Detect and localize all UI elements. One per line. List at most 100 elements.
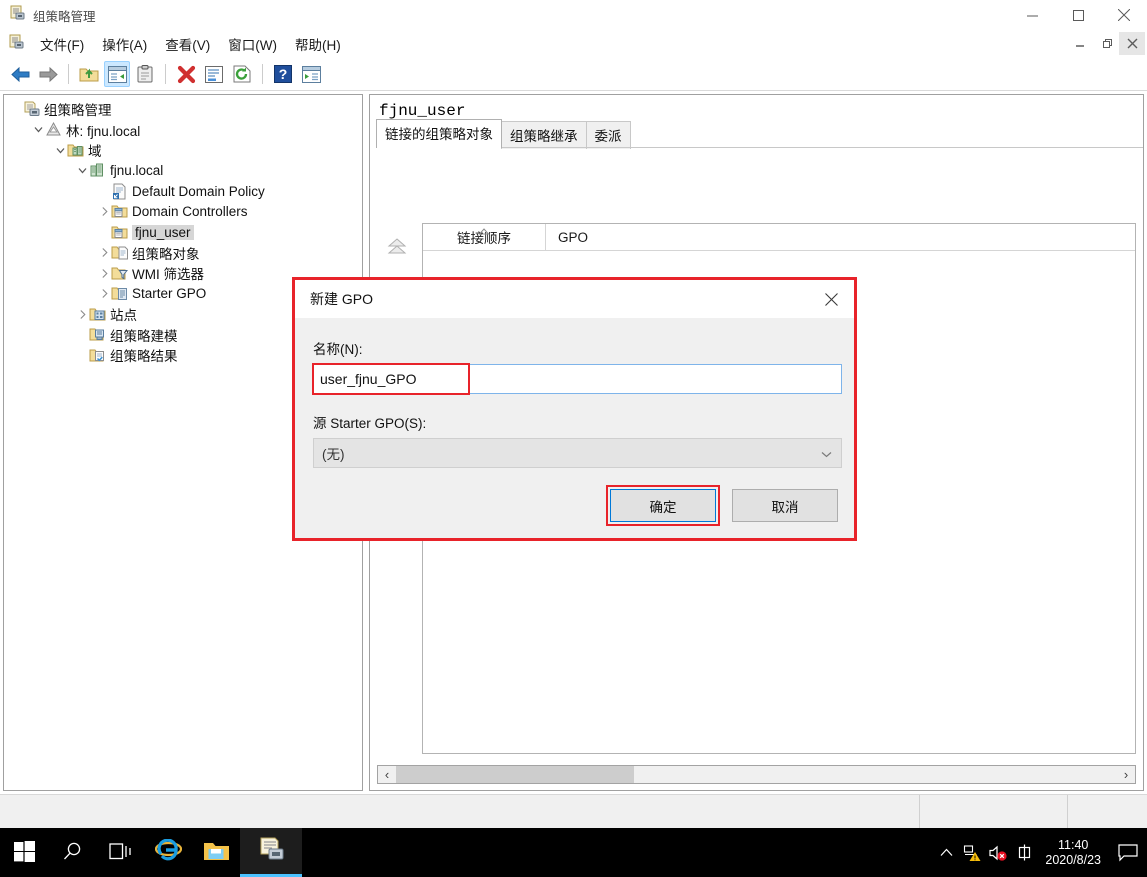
tree-item[interactable]: Default Domain Policy: [4, 181, 362, 202]
taskbar: 11:40 2020/8/23: [0, 828, 1147, 877]
tree-item[interactable]: 组策略管理: [4, 99, 362, 120]
mdi-minimize-icon[interactable]: [1067, 32, 1093, 55]
scrollbar-thumb[interactable]: [396, 766, 634, 783]
column-header-link-order[interactable]: 链接顺序: [423, 227, 545, 247]
delete-icon[interactable]: [173, 61, 199, 87]
clock-date: 2020/8/23: [1045, 852, 1101, 867]
help-icon[interactable]: ?: [270, 61, 296, 87]
clipboard-icon[interactable]: [132, 61, 158, 87]
menu-file[interactable]: 文件(F): [31, 31, 93, 57]
ime-chinese-icon[interactable]: [1011, 828, 1037, 877]
gpmc-button[interactable]: [240, 828, 302, 877]
tree-item[interactable]: 组策略对象: [4, 243, 362, 264]
tree-item-label: Default Domain Policy: [132, 183, 265, 199]
tree-item[interactable]: 域: [4, 140, 362, 161]
domain-icon: [89, 162, 106, 179]
properties-icon[interactable]: [201, 61, 227, 87]
forward-icon[interactable]: [35, 61, 61, 87]
tree-item[interactable]: Domain Controllers: [4, 202, 362, 223]
svg-text:?: ?: [279, 66, 288, 82]
action-center-icon[interactable]: [1109, 828, 1147, 877]
gpmc-icon: [9, 5, 26, 25]
horizontal-scrollbar[interactable]: ‹ ›: [377, 765, 1136, 784]
move-to-top-icon[interactable]: [386, 237, 408, 260]
chevron-right-icon[interactable]: [76, 308, 89, 321]
up-folder-icon[interactable]: [76, 61, 102, 87]
tab-linked-gpos[interactable]: 链接的组策略对象: [376, 119, 502, 148]
ok-button-annotation: 确定: [606, 485, 720, 526]
cancel-button[interactable]: 取消: [732, 489, 838, 522]
forest-icon: [45, 121, 62, 138]
explorer-button[interactable]: [192, 828, 240, 877]
chevron-down-icon[interactable]: [32, 123, 45, 136]
export-list-icon[interactable]: [298, 61, 324, 87]
mdi-restore-icon[interactable]: [1093, 32, 1119, 55]
chevron-up-icon[interactable]: [933, 828, 959, 877]
gpmc-icon: [23, 101, 40, 118]
chevron-right-icon[interactable]: [98, 205, 111, 218]
tab-gp-inheritance[interactable]: 组策略继承: [501, 121, 587, 149]
status-segment-3: [1067, 795, 1147, 828]
toolbar-separator: [262, 64, 263, 84]
start-button[interactable]: [0, 828, 48, 877]
maximize-icon[interactable]: [1055, 0, 1101, 30]
tab-strip: 链接的组策略对象 组策略继承 委派: [376, 119, 1143, 149]
starter-gpo-select[interactable]: (无): [313, 438, 842, 468]
domains-icon: [67, 142, 84, 159]
sort-ascending-icon: [478, 223, 490, 238]
ok-button[interactable]: 确定: [610, 489, 716, 522]
chevron-right-icon[interactable]: ›: [1117, 766, 1135, 783]
chevron-down-icon: [821, 446, 832, 461]
column-header-gpo[interactable]: GPO: [545, 223, 588, 251]
show-tree-icon[interactable]: [104, 61, 130, 87]
toolbar-separator: [68, 64, 69, 84]
taskbar-clock[interactable]: 11:40 2020/8/23: [1037, 838, 1109, 868]
chevron-down-icon[interactable]: [54, 144, 67, 157]
back-icon[interactable]: [7, 61, 33, 87]
search-button[interactable]: [48, 828, 96, 877]
dialog-buttons: 确定 取消: [606, 485, 838, 526]
status-segment-main: [0, 795, 919, 828]
chevron-right-icon[interactable]: [98, 287, 111, 300]
chevron-right-icon[interactable]: [98, 267, 111, 280]
chevron-right-icon[interactable]: [98, 246, 111, 259]
menu-action[interactable]: 操作(A): [93, 31, 156, 57]
tree-item-label: Starter GPO: [132, 286, 207, 302]
volume-muted-icon[interactable]: [985, 828, 1011, 877]
refresh-icon[interactable]: [229, 61, 255, 87]
new-gpo-dialog: 新建 GPO 名称(N): 源 Starter GPO(S): (无): [295, 280, 854, 538]
task-view-button[interactable]: [96, 828, 144, 877]
starter-gpo-value: (无): [322, 447, 345, 462]
starter-gpo-icon: [111, 285, 128, 302]
mdi-close-icon[interactable]: [1119, 32, 1145, 55]
tab-delegation[interactable]: 委派: [585, 121, 631, 149]
gpo-name-input[interactable]: [313, 364, 842, 394]
system-tray: 11:40 2020/8/23: [933, 828, 1147, 877]
tree-item-label: 组策略建模: [110, 328, 178, 344]
name-label: 名称(N):: [313, 342, 363, 357]
close-icon[interactable]: [809, 280, 854, 318]
ie-button[interactable]: [144, 828, 192, 877]
scrollbar-track[interactable]: [396, 766, 1117, 783]
tree-item[interactable]: fjnu.local: [4, 161, 362, 182]
dialog-body: 名称(N): 源 Starter GPO(S): (无): [295, 318, 854, 468]
menu-view[interactable]: 查看(V): [156, 31, 219, 57]
window-title: 组策略管理: [33, 9, 96, 24]
gpmc-window: 组策略管理 文件(F) 操作(A) 查看(V) 窗口(W) 帮助(H) ? 组策…: [0, 0, 1147, 877]
network-warning-icon[interactable]: [959, 828, 985, 877]
tree-item[interactable]: 林: fjnu.local: [4, 120, 362, 141]
tree-item-label: 组策略结果: [110, 349, 178, 365]
close-icon[interactable]: [1101, 0, 1147, 30]
chevron-left-icon[interactable]: ‹: [378, 766, 396, 783]
wmi-filter-icon: [111, 265, 129, 282]
chevron-down-icon[interactable]: [76, 164, 89, 177]
menu-window[interactable]: 窗口(W): [219, 31, 286, 57]
menu-help[interactable]: 帮助(H): [286, 31, 350, 57]
tree-item[interactable]: fjnu_user: [4, 222, 362, 243]
status-segment-2: [919, 795, 1067, 828]
gpo-link-icon: [111, 183, 128, 200]
minimize-icon[interactable]: [1009, 0, 1055, 30]
file-explorer-icon: [203, 840, 230, 866]
listview-header: 链接顺序 GPO: [423, 223, 1135, 251]
dialog-title: 新建 GPO: [310, 291, 374, 307]
